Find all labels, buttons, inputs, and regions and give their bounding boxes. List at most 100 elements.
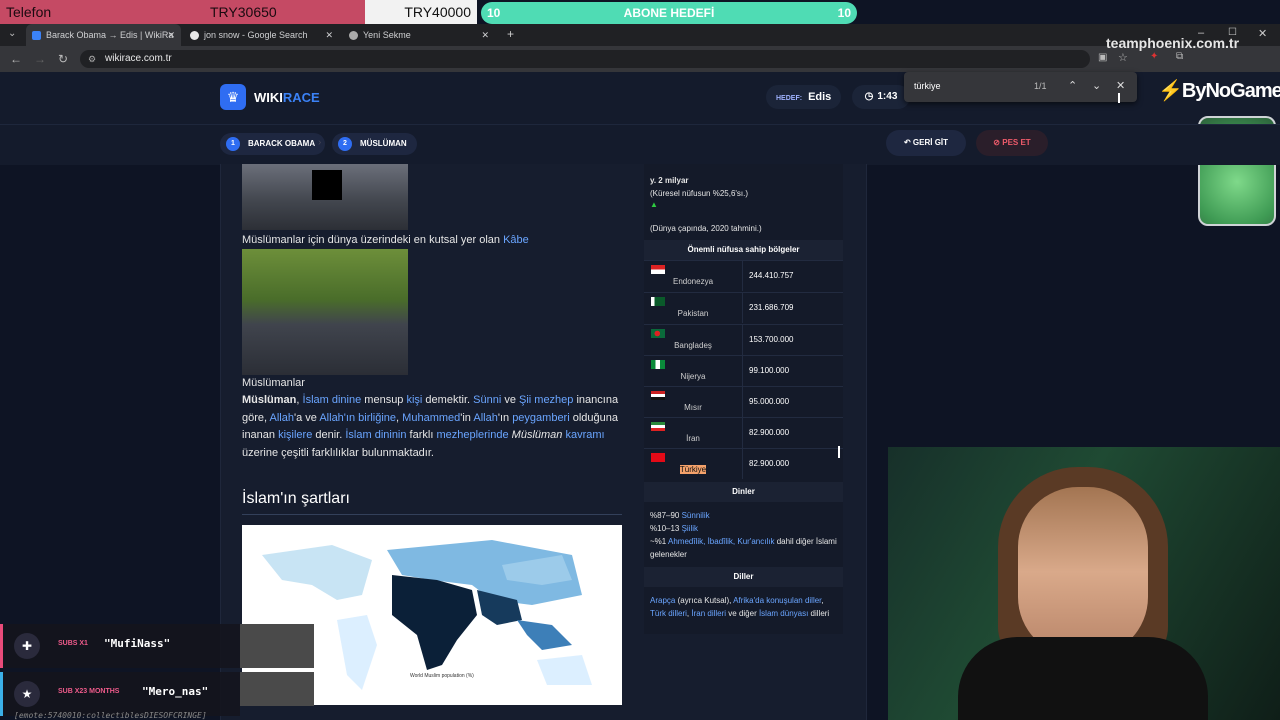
- link-allah-2[interactable]: Allah: [473, 412, 497, 424]
- link-afrika-dilleri[interactable]: Afrika'da konuşulan diller: [733, 596, 821, 605]
- religion-sunni: %87–90 Sünnilik: [650, 509, 838, 522]
- streamer-face: [1018, 487, 1148, 657]
- section-heading: İslam'ın şartları: [242, 490, 622, 515]
- link-islam[interactable]: İslam dinine: [303, 394, 362, 406]
- close-window-icon[interactable]: ✕: [1258, 27, 1267, 40]
- clock-icon: ◷: [864, 91, 874, 102]
- link-other-traditions[interactable]: Ahmedîlik, İbadîlik, Kur'ancılık: [668, 537, 774, 546]
- url-bar[interactable]: ⚙ wikirace.com.tr: [80, 50, 1090, 68]
- region-value: 82.900.000: [749, 428, 790, 437]
- link-islam-dini[interactable]: İslam dininin: [345, 429, 406, 441]
- flag-indonesia-icon: [651, 265, 665, 274]
- region-name[interactable]: Endonezya: [644, 277, 742, 286]
- tab-google[interactable]: jon snow - Google Search ✕: [184, 24, 339, 46]
- region-row-nigeria: Nijerya 99.100.000: [644, 355, 843, 386]
- link-siilik[interactable]: Şiilik: [682, 524, 698, 533]
- link-kisiler[interactable]: kişilere: [278, 429, 312, 441]
- find-input[interactable]: türkiye: [914, 81, 941, 91]
- crumb-step-1[interactable]: 1 BARACK OBAMA: [220, 133, 326, 155]
- kabe-link[interactable]: Kâbe: [503, 234, 529, 246]
- intro-paragraph: Müslüman, İslam dinine mensup kişi demek…: [242, 394, 619, 459]
- text: ve: [501, 394, 519, 406]
- text: 'in: [460, 411, 474, 424]
- region-value: 153.700.000: [749, 335, 794, 344]
- alert-label: SUB X23 MONTHS: [58, 688, 120, 695]
- extensions-puzzle-icon[interactable]: ⧉: [1176, 51, 1183, 62]
- crumb-step-2[interactable]: 2 MÜSLÜMAN: [332, 133, 417, 155]
- subscriber-goal-bar: 10 ABONE HEDEFİ 10: [481, 2, 857, 24]
- infobox: y. 2 milyar (Küresel nüfusun %25,6'sı.) …: [644, 164, 843, 634]
- subgoal-title: ABONE HEDEFİ: [623, 6, 715, 20]
- find-next-icon[interactable]: ⌄: [1092, 79, 1101, 92]
- languages-text: Arapça (ayrıca Kutsal), Afrika'da konuşu…: [650, 594, 838, 620]
- link-kavram[interactable]: kavramı: [565, 429, 604, 441]
- region-name[interactable]: Pakistan: [644, 309, 742, 318]
- link-iran-dilleri[interactable]: İran dilleri: [691, 609, 726, 618]
- crumb-number: 2: [338, 137, 352, 151]
- find-close-icon[interactable]: ✕: [1116, 79, 1125, 92]
- streamer-body: [958, 637, 1208, 720]
- donation-current: TRY30650: [210, 4, 277, 20]
- flag-nigeria-icon: [651, 360, 665, 369]
- flag-iran-icon: [651, 422, 665, 431]
- tab-list-icon[interactable]: ⌄: [8, 28, 16, 39]
- text: dilleri: [808, 609, 830, 618]
- extension-icon[interactable]: ✦: [1150, 51, 1158, 62]
- page-icon[interactable]: ▣: [1098, 52, 1107, 63]
- map-legend: World Muslim population (%): [410, 673, 474, 679]
- text: ve diğer: [726, 609, 759, 618]
- region-row-egypt: Mısır 95.000.000: [644, 386, 843, 417]
- kaaba-photo[interactable]: [242, 164, 408, 230]
- text: 'ın: [497, 411, 513, 424]
- tab-wikirace[interactable]: Barack Obama → Edis | WikiRa ✕: [26, 24, 181, 46]
- back-arrow-icon[interactable]: ←: [10, 52, 22, 66]
- link-islam-dunyasi[interactable]: İslam dünyası: [759, 609, 808, 618]
- google-favicon-icon: [190, 31, 199, 41]
- donation-goal-bar: Telefon TRY30650: [0, 0, 365, 24]
- region-name[interactable]: Nijerya: [644, 372, 742, 381]
- trophy-icon: ♛: [220, 84, 246, 110]
- link-muhammed[interactable]: Muhammed: [402, 412, 460, 424]
- close-tab-icon[interactable]: ✕: [325, 24, 333, 46]
- find-prev-icon[interactable]: ⌃: [1068, 79, 1077, 92]
- region-name[interactable]: Türkiye: [644, 465, 742, 474]
- region-value: 99.100.000: [749, 366, 790, 375]
- alert-user: "MufiNass": [104, 637, 171, 650]
- tab-new[interactable]: Yeni Sekme ✕: [343, 24, 495, 46]
- region-name[interactable]: Bangladeş: [644, 341, 742, 350]
- link-arapca[interactable]: Arapça: [650, 596, 675, 605]
- find-highlight: Türkiye: [679, 465, 707, 474]
- wikirace-favicon-icon: [32, 31, 41, 41]
- kaaba-shape: [312, 170, 342, 200]
- link-tevhid[interactable]: Allah'ın birliğine: [319, 412, 396, 424]
- go-back-button[interactable]: ↶ GERİ GİT: [886, 130, 966, 156]
- site-info-icon[interactable]: ⚙: [88, 50, 96, 68]
- wikirace-logo[interactable]: WIKIRACE: [254, 90, 320, 105]
- text: (ayrıca Kutsal),: [675, 596, 734, 605]
- link-peygamber[interactable]: peygamberi: [512, 412, 569, 424]
- close-tab-icon[interactable]: ✕: [481, 24, 489, 46]
- image-caption-2: Müslümanlar: [242, 377, 305, 389]
- bookmark-star-icon[interactable]: ☆: [1118, 51, 1128, 64]
- link-allah[interactable]: Allah: [270, 412, 294, 424]
- link-sii[interactable]: Şii mezhep: [519, 394, 573, 406]
- caption-text: Müslümanlar için dünya üzerindeki en kut…: [242, 234, 504, 246]
- region-value: 244.410.757: [749, 271, 794, 280]
- forward-arrow-icon[interactable]: →: [34, 52, 46, 66]
- give-up-button[interactable]: ⊘ PES ET: [976, 130, 1048, 156]
- text: ,: [821, 596, 824, 605]
- region-name[interactable]: Mısır: [644, 403, 742, 412]
- link-sunni[interactable]: Sünni: [473, 394, 501, 406]
- region-name[interactable]: İran: [644, 434, 742, 443]
- reload-icon[interactable]: ↻: [58, 52, 68, 66]
- link-kisi[interactable]: kişi: [406, 394, 422, 406]
- region-row-bangladesh: Bangladeş 153.700.000: [644, 324, 843, 355]
- muslims-photo[interactable]: [242, 249, 408, 375]
- link-sunnilik[interactable]: Sünnilik: [682, 511, 710, 520]
- crumb-label: MÜSLÜMAN: [360, 139, 407, 148]
- new-tab-icon[interactable]: +: [507, 27, 514, 41]
- close-tab-icon[interactable]: ✕: [167, 24, 175, 46]
- link-turk-dilleri[interactable]: Türk dilleri: [650, 609, 687, 618]
- link-mezhep[interactable]: mezheplerinde: [436, 429, 508, 441]
- flag-egypt-icon: [651, 391, 665, 400]
